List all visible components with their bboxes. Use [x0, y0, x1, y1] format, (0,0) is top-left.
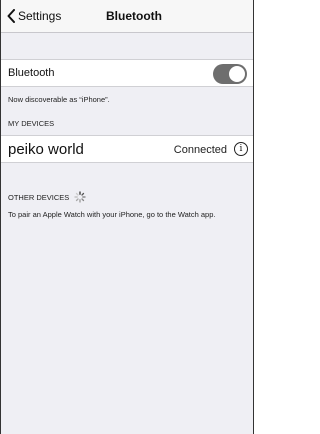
discoverable-text: Now discoverable as “iPhone”. [8, 95, 110, 104]
bluetooth-label: Bluetooth [8, 67, 55, 79]
navigation-bar: Settings Bluetooth [1, 0, 253, 33]
bluetooth-toggle[interactable] [213, 64, 247, 84]
activity-spinner-icon [74, 191, 86, 203]
toggle-knob [228, 65, 246, 83]
page-title: Bluetooth [106, 9, 162, 23]
my-devices-header: MY DEVICES [8, 119, 55, 128]
other-devices-header: OTHER DEVICES [8, 192, 70, 202]
other-devices-header-row: OTHER DEVICES [8, 191, 86, 203]
apple-watch-pair-note: To pair an Apple Watch with your iPhone,… [8, 210, 216, 219]
device-status: Connected [173, 144, 227, 156]
bluetooth-settings-screen: Settings Bluetooth Bluetooth Now discove… [0, 0, 254, 434]
device-name: peiko world [8, 141, 84, 158]
info-icon[interactable]: i [234, 142, 248, 156]
bluetooth-toggle-row: Bluetooth [1, 59, 253, 87]
device-row-peiko-world[interactable]: peiko world Connected i [1, 135, 253, 163]
